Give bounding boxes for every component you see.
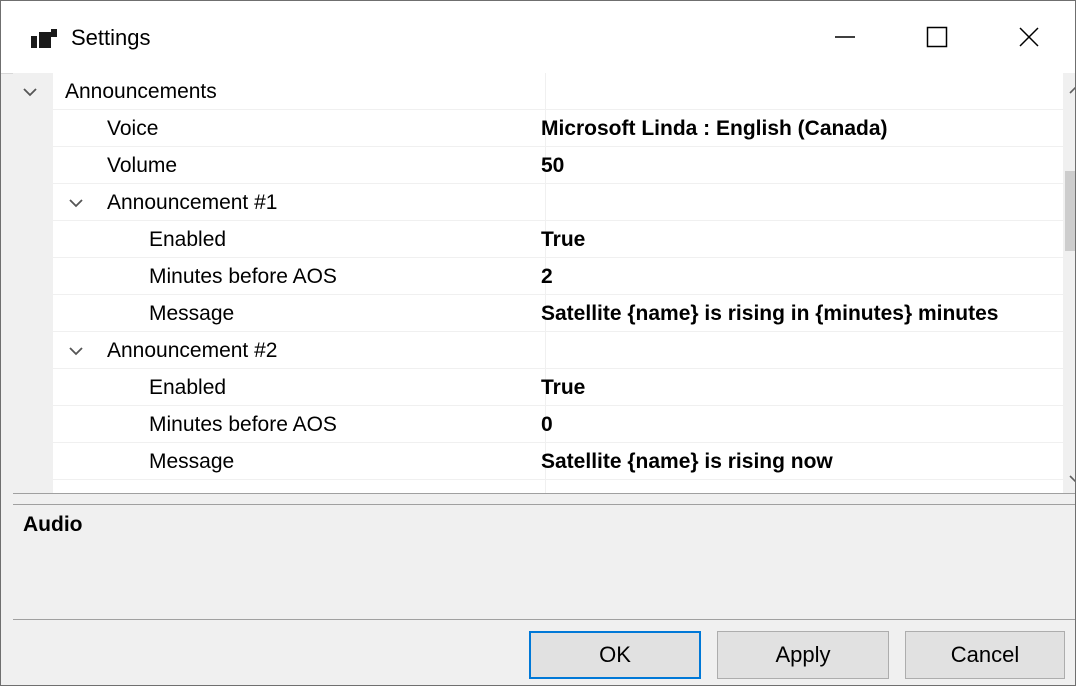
property-name: Message	[149, 302, 235, 325]
property-name: Minutes before AOS	[149, 265, 337, 288]
minimize-button[interactable]	[799, 1, 891, 73]
property-name: Enabled	[149, 376, 227, 399]
scroll-up-arrow-icon[interactable]	[1063, 79, 1075, 101]
property-grid[interactable]: Announcements Voice Microsoft Linda : En…	[13, 73, 1075, 493]
property-name: Announcements	[65, 80, 217, 103]
property-row-minutes-before-aos[interactable]: Minutes before AOS 2	[53, 258, 1063, 295]
property-name: Message	[149, 450, 235, 473]
property-name: Enabled	[149, 228, 227, 251]
apply-button[interactable]: Apply	[717, 631, 889, 679]
description-title: Audio	[23, 513, 83, 536]
property-row-volume[interactable]: Volume 50	[53, 147, 1063, 184]
property-value[interactable]: True	[541, 221, 585, 258]
settings-window: Settings Announcements Voice Microsoft L…	[0, 0, 1076, 686]
property-row-message[interactable]: Message Satellite {name} is rising in {m…	[53, 295, 1063, 332]
maximize-button[interactable]	[891, 1, 983, 73]
close-icon	[1019, 27, 1039, 47]
property-value[interactable]: 50	[541, 147, 564, 184]
property-row-message[interactable]: Message Satellite {name} is rising now	[53, 443, 1063, 480]
property-value[interactable]: 0	[541, 406, 553, 443]
collapse-chevron-icon[interactable]	[19, 73, 41, 110]
property-value[interactable]: Satellite {name} is rising in {minutes} …	[541, 295, 998, 332]
maximize-icon	[926, 26, 948, 48]
property-name: Minutes before AOS	[149, 413, 337, 436]
close-button[interactable]	[983, 1, 1075, 73]
property-row-enabled[interactable]: Enabled True	[53, 369, 1063, 406]
property-row-enabled[interactable]: Enabled True	[53, 221, 1063, 258]
app-icon	[31, 29, 57, 48]
cancel-button[interactable]: Cancel	[905, 631, 1065, 679]
property-name: Announcement #1	[107, 191, 278, 214]
minimize-icon	[835, 36, 855, 38]
group-row-announcement-1[interactable]: Announcement #1	[53, 184, 1063, 221]
title-bar[interactable]: Settings	[1, 1, 1075, 74]
property-value[interactable]: Satellite {name} is rising now	[541, 443, 833, 480]
ok-button[interactable]: OK	[529, 631, 701, 679]
property-name: Announcement #2	[107, 339, 278, 362]
category-row-announcements[interactable]: Announcements	[23, 73, 1063, 110]
group-row-announcement-2[interactable]: Announcement #2	[53, 332, 1063, 369]
description-splitter[interactable]	[13, 493, 1075, 505]
description-panel: Audio	[13, 505, 1075, 620]
collapse-chevron-icon[interactable]	[65, 184, 87, 221]
property-row-voice[interactable]: Voice Microsoft Linda : English (Canada)	[53, 110, 1063, 147]
property-value[interactable]: 2	[541, 258, 553, 295]
vertical-scrollbar[interactable]	[1063, 73, 1075, 493]
property-name: Volume	[107, 154, 178, 177]
property-name: Voice	[107, 117, 159, 140]
scrollbar-thumb[interactable]	[1065, 171, 1075, 251]
property-value[interactable]: True	[541, 369, 585, 406]
collapse-chevron-icon[interactable]	[65, 332, 87, 369]
window-title: Settings	[71, 25, 151, 50]
scroll-down-arrow-icon[interactable]	[1063, 467, 1075, 489]
property-value[interactable]: Microsoft Linda : English (Canada)	[541, 110, 888, 147]
grid-gutter	[13, 73, 53, 493]
property-row-minutes-before-aos[interactable]: Minutes before AOS 0	[53, 406, 1063, 443]
